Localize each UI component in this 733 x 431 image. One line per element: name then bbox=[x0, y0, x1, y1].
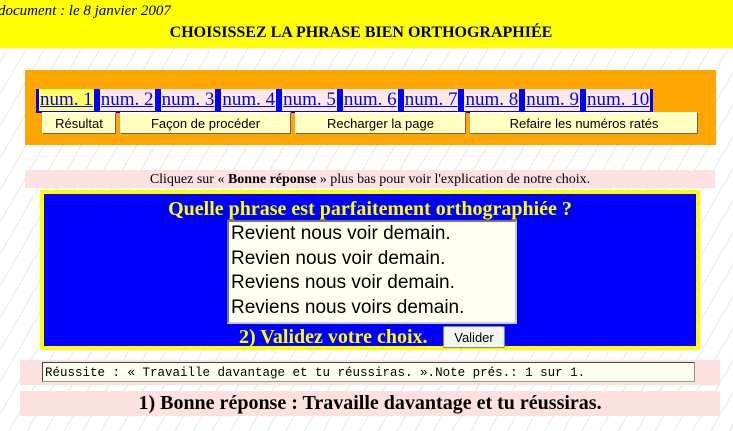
instruction-post: » plus bas pour voir l'explication de no… bbox=[316, 172, 591, 187]
question-tabs: num. 1 num. 2 num. 3 num. 4 num. 5 num. … bbox=[36, 89, 654, 113]
instruction-bold: Bonne réponse bbox=[227, 172, 317, 187]
answer-option[interactable]: Reviens nous voir demain. bbox=[229, 271, 515, 296]
page-title: CHOISISSEZ LA PHRASE BIEN ORTHOGRAPHIÉE bbox=[169, 24, 553, 41]
result-bar: Réussite : « Travaille davantage et tu r… bbox=[20, 360, 720, 385]
tab-num-5[interactable]: num. 5 bbox=[279, 89, 340, 113]
answer-option[interactable]: Reviens nous voirs demain. bbox=[229, 296, 515, 321]
instruction-text: Cliquez sur « Bonne réponse » plus bas p… bbox=[25, 170, 715, 188]
answer-listbox[interactable]: Revient nous voir demain. Revien nous vo… bbox=[227, 220, 517, 324]
method-button[interactable]: Façon de procéder bbox=[120, 112, 291, 134]
document-date: document : le 8 janvier 2007 bbox=[0, 3, 171, 19]
header-banner: document : le 8 janvier 2007 CHOISISSEZ … bbox=[0, 0, 733, 48]
question-text: Quelle phrase est parfaitement orthograp… bbox=[168, 198, 572, 220]
validate-button[interactable]: Valider bbox=[443, 326, 505, 348]
redo-missed-button[interactable]: Refaire les numéros ratés bbox=[470, 112, 698, 134]
tab-num-8[interactable]: num. 8 bbox=[461, 89, 523, 113]
quiz-panel: Quelle phrase est parfaitement orthograp… bbox=[40, 190, 700, 350]
tab-num-2[interactable]: num. 2 bbox=[96, 89, 158, 113]
correct-answer[interactable]: 1) Bonne réponse : Travaille davantage e… bbox=[20, 391, 720, 416]
tab-num-7[interactable]: num. 7 bbox=[400, 89, 462, 113]
tab-num-9[interactable]: num. 9 bbox=[522, 89, 584, 113]
tab-num-6[interactable]: num. 6 bbox=[339, 89, 401, 113]
validate-label: 2) Validez votre choix. bbox=[239, 326, 428, 348]
answer-option[interactable]: Revient nous voir demain. bbox=[229, 222, 515, 247]
tab-num-10[interactable]: num. 10 bbox=[583, 89, 654, 113]
tab-num-1[interactable]: num. 1 bbox=[36, 89, 97, 113]
result-button[interactable]: Résultat bbox=[42, 112, 116, 134]
navigation-panel: num. 1 num. 2 num. 3 num. 4 num. 5 num. … bbox=[25, 70, 716, 145]
result-field[interactable]: Réussite : « Travaille davantage et tu r… bbox=[42, 362, 695, 382]
tab-num-3[interactable]: num. 3 bbox=[157, 89, 219, 113]
instruction-pre: Cliquez sur « bbox=[149, 172, 228, 187]
tab-num-4[interactable]: num. 4 bbox=[218, 89, 280, 113]
answer-option[interactable]: Revien nous voir demain. bbox=[229, 247, 515, 272]
reload-button[interactable]: Recharger la page bbox=[295, 112, 466, 134]
